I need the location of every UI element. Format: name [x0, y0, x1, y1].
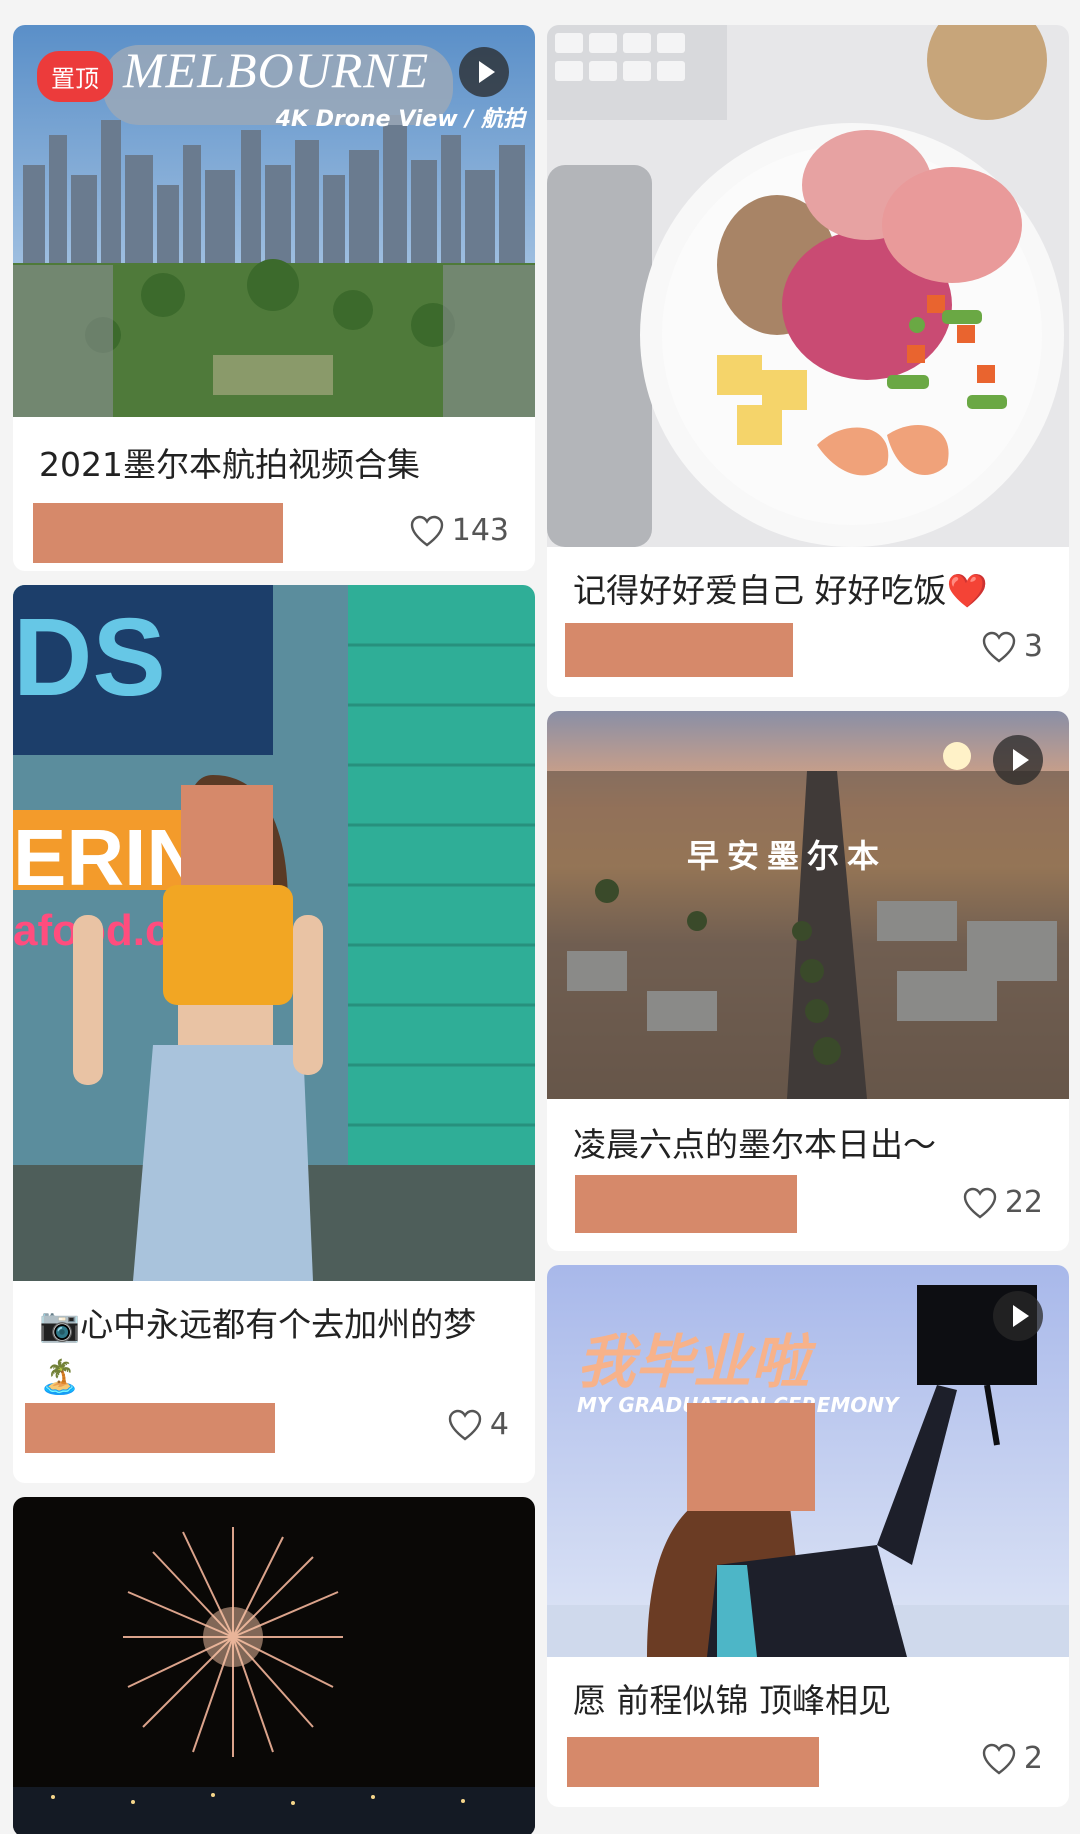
like-count: 3 [1023, 629, 1043, 664]
media-title: MELBOURNE [123, 42, 430, 98]
like-button[interactable]: 22 [963, 1185, 1043, 1220]
post-caption: 凌晨六点的墨尔本日出～ [573, 1125, 936, 1164]
post-cover-video[interactable]: 早安墨尔本 [547, 711, 1069, 1099]
like-button[interactable]: 2 [982, 1741, 1043, 1776]
post-grid: MELBOURNE 4K Drone View / 航拍 置顶 2021墨尔本航… [0, 0, 1080, 1834]
fireworks-image [13, 1497, 535, 1834]
post-cover-video[interactable]: 我毕业啦 MY GRADUATION CEREMONY [547, 1265, 1069, 1657]
play-icon [993, 1291, 1043, 1341]
heart-icon [982, 1743, 1016, 1775]
media-subtitle: 4K Drone View / 航拍 [275, 107, 525, 132]
like-count: 2 [1023, 1741, 1043, 1776]
right-column: 记得好好爱自己 好好吃饭❤️ 3 早安墨尔本 凌晨六点的墨尔本日出～ 22 我毕… [547, 25, 1069, 1821]
post-card[interactable]: 早安墨尔本 凌晨六点的墨尔本日出～ 22 [547, 711, 1069, 1251]
play-icon [459, 47, 509, 97]
media-title: 早安墨尔本 [687, 837, 888, 875]
post-card[interactable]: 我毕业啦 MY GRADUATION CEREMONY 愿 前程似锦 顶峰相见 … [547, 1265, 1069, 1807]
post-caption: 📷心中永远都有个去加州的梦🏝️ [39, 1305, 477, 1396]
post-meta: 143 [13, 491, 535, 571]
post-meta: 2 [547, 1727, 1069, 1807]
face-redaction [687, 1403, 815, 1511]
post-cover-image[interactable] [547, 25, 1069, 547]
like-count: 4 [489, 1407, 509, 1442]
post-card[interactable]: 记得好好爱自己 好好吃饭❤️ 3 [547, 25, 1069, 697]
author-redaction [25, 1403, 275, 1453]
post-card[interactable]: MELBOURNE 4K Drone View / 航拍 置顶 2021墨尔本航… [13, 25, 535, 571]
pinned-badge: 置顶 [37, 51, 113, 102]
heart-icon [410, 515, 443, 547]
left-column: MELBOURNE 4K Drone View / 航拍 置顶 2021墨尔本航… [13, 25, 535, 1834]
svg-text:DS: DS [13, 596, 166, 719]
post-cover-image[interactable]: DS ERIN afood.c [13, 585, 535, 1281]
author-redaction [33, 503, 283, 563]
post-card[interactable]: DS ERIN afood.c 📷心中永远都有个去加州的梦🏝️ [13, 585, 535, 1483]
post-caption: 愿 前程似锦 顶峰相见 [573, 1681, 891, 1720]
heart-icon [982, 631, 1016, 663]
post-caption: 2021墨尔本航拍视频合集 [39, 445, 420, 484]
post-card[interactable] [13, 1497, 535, 1834]
post-caption: 记得好好爱自己 好好吃饭❤️ [573, 571, 988, 610]
play-icon [993, 735, 1043, 785]
food-bowl-image [547, 25, 1069, 547]
girl-photo-image: DS ERIN afood.c [13, 585, 535, 1281]
post-meta: 3 [547, 617, 1069, 697]
like-count: 143 [451, 513, 509, 548]
author-redaction [575, 1175, 797, 1233]
like-button[interactable]: 4 [448, 1407, 509, 1442]
post-cover-image[interactable] [13, 1497, 535, 1834]
like-button[interactable]: 3 [982, 629, 1043, 664]
heart-icon [963, 1187, 997, 1219]
sunrise-city-image [547, 711, 1069, 1099]
author-redaction [567, 1737, 819, 1787]
post-meta: 4 [13, 1403, 535, 1483]
like-button[interactable]: 143 [410, 513, 509, 548]
post-cover-video[interactable]: MELBOURNE 4K Drone View / 航拍 置顶 [13, 25, 535, 417]
media-title: 我毕业啦 [577, 1328, 810, 1396]
post-meta: 22 [547, 1171, 1069, 1251]
author-redaction [565, 623, 793, 677]
face-redaction [181, 785, 273, 885]
heart-icon [448, 1409, 482, 1441]
like-count: 22 [1004, 1185, 1043, 1220]
